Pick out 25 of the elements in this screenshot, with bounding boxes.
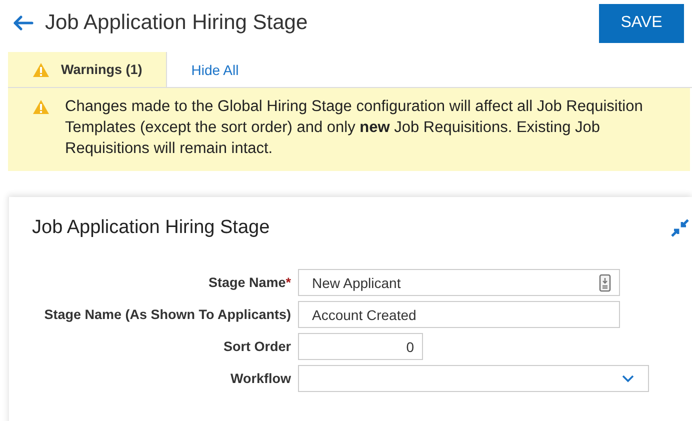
card-title: Job Application Hiring Stage [32,217,270,239]
warnings-tab[interactable]: Warnings (1) [8,52,168,87]
back-arrow-icon[interactable] [12,15,34,31]
field-value: 0 [406,338,414,354]
input-field[interactable] [298,365,649,392]
hide-all-link[interactable]: Hide All [167,52,263,87]
field-label: Stage Name [208,275,286,290]
page-title: Job Application Hiring Stage [45,11,309,35]
warning-icon [32,99,50,115]
field-label: Stage Name (As Shown To Applicants) [44,307,291,322]
tab-label: Warnings (1) [61,62,142,77]
field-value: New Applicant [312,274,401,290]
save-button[interactable]: SAVE [599,4,684,42]
input-field[interactable]: 0 [298,333,423,360]
document-icon [599,274,611,292]
field-label: Sort Order [223,339,291,354]
field-label: Workflow [230,371,291,386]
chevron-down-icon [622,374,634,382]
warning-icon [32,62,50,78]
input-field[interactable]: Account Created [298,301,620,328]
collapse-icon[interactable] [671,219,689,237]
required-mark: * [286,275,291,290]
input-field[interactable]: New Applicant [298,269,620,296]
warning-message: Changes made to the Global Hiring Stage configuration will affect all Job Requisition Templates (except the sort order) and only new Job Requisitions. Existing Job Requisitions will remain intact. [65,97,644,159]
field-value: Account Created [312,306,416,322]
